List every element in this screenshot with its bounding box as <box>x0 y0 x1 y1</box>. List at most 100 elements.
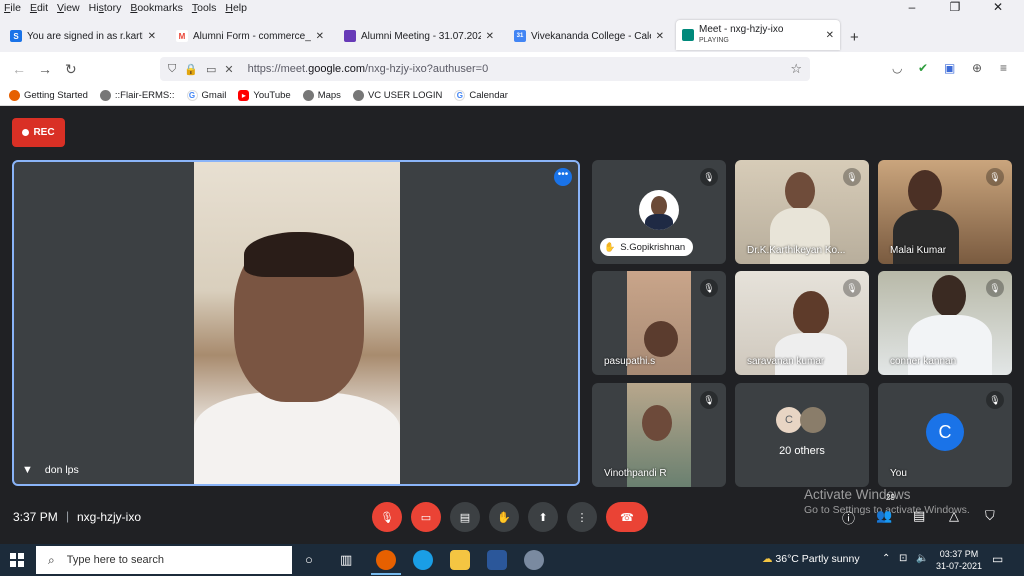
bookmark-calendar[interactable]: G Calendar <box>454 90 508 101</box>
mic-muted-icon: 🎙 <box>700 279 718 297</box>
new-tab-button[interactable]: + <box>850 29 859 46</box>
menu-view[interactable]: View <box>57 2 80 14</box>
meet-control-bar: 3:37 PM | nxg-hzjy-ixo 🎙 ▭ ▤ ✋ ⬆ ⋮ ☎ Act… <box>0 487 1024 544</box>
participant-name: conner kannan <box>890 356 957 367</box>
back-arrow-icon[interactable]: ← <box>12 61 26 77</box>
edge-app-icon[interactable] <box>413 550 433 570</box>
pocket-icon[interactable]: ◡ <box>892 61 902 75</box>
notification-icon[interactable]: ▭ <box>992 552 1003 566</box>
bookmark-vc-user-login[interactable]: VC USER LOGIN <box>352 90 442 101</box>
checkmark-extension-icon[interactable]: ✔ <box>918 61 928 75</box>
mic-muted-icon[interactable]: ✕ <box>224 63 233 76</box>
bookmark-getting-started[interactable]: Getting Started <box>9 90 88 101</box>
participant-tile[interactable]: 🎙 ✋ S.Gopikrishnan <box>592 160 726 264</box>
bookmark-flair-erms[interactable]: ::Flair-ERMS:: <box>99 90 175 101</box>
activities-icon[interactable]: △ <box>949 508 959 524</box>
participant-name: You <box>890 468 907 479</box>
camera-toggle-button[interactable]: ▭ <box>411 502 441 532</box>
menu-file[interactable]: File <box>4 2 21 14</box>
windows-start-icon[interactable] <box>10 553 24 567</box>
tab-close-icon[interactable]: ✕ <box>656 31 664 42</box>
menu-history[interactable]: History <box>89 2 122 14</box>
main-participant-tile[interactable]: ••• ▼ don lps <box>12 160 580 486</box>
participant-tile[interactable]: 🎙 conner kannan <box>878 271 1012 375</box>
menu-tools[interactable]: Tools <box>192 2 217 14</box>
reload-icon[interactable]: ↻ <box>65 61 77 78</box>
avatar: C <box>926 413 964 451</box>
mic-muted-icon: 🎙 <box>843 168 861 186</box>
participant-tile[interactable]: 🎙 pasupathi.s <box>592 271 726 375</box>
bookmark-youtube[interactable]: ▸ YouTube <box>238 90 291 101</box>
present-screen-icon: ⬆ <box>538 511 548 524</box>
tab-calendar[interactable]: 31 Vivekananda College - Calenda ✕ <box>508 22 670 50</box>
participant-tile[interactable]: 🎙 Malai Kumar <box>878 160 1012 264</box>
lock-icon[interactable]: 🔒 <box>184 63 198 76</box>
menu-hamburger-icon[interactable]: ≡ <box>1000 61 1007 75</box>
mic-off-icon: 🎙 <box>380 511 394 524</box>
tab-meet[interactable]: Meet - nxg-hzjy-ixo PLAYING ✕ <box>676 20 840 50</box>
participant-tile[interactable]: 🎙 Vinothpandi R <box>592 383 726 487</box>
people-icon[interactable]: 👥 <box>876 508 892 524</box>
tab-close-icon[interactable]: ✕ <box>148 31 156 42</box>
task-view-icon[interactable]: ▥ <box>340 552 352 568</box>
tab-close-icon[interactable]: ✕ <box>826 30 834 41</box>
self-tile[interactable]: C 🎙 You <box>878 383 1012 487</box>
tab-alumni-meeting[interactable]: Alumni Meeting - 31.07.2021 - G ✕ <box>338 22 500 50</box>
avatar: C <box>776 407 802 433</box>
paint-app-icon[interactable] <box>524 550 544 570</box>
menu-help[interactable]: Help <box>225 2 247 14</box>
pin-icon[interactable]: ▼ <box>22 464 33 476</box>
close-window-button[interactable]: ✕ <box>981 0 1015 14</box>
others-count-label: 20 others <box>779 445 825 457</box>
participant-name: Malai Kumar <box>890 245 947 256</box>
extension-icon[interactable]: ▣ <box>944 61 955 75</box>
tab-close-icon[interactable]: ✕ <box>486 31 494 42</box>
more-options-icon[interactable]: ••• <box>554 168 572 186</box>
firefox-app-icon[interactable] <box>376 550 396 570</box>
network-icon[interactable]: ⊡ <box>899 553 907 564</box>
cortana-icon[interactable]: ○ <box>305 552 313 567</box>
tab-close-icon[interactable]: ✕ <box>316 31 324 42</box>
forms-icon <box>344 30 356 42</box>
others-tile[interactable]: C 20 others <box>735 383 869 487</box>
participant-name: saravanan kumar <box>747 356 825 367</box>
bookmark-gmail[interactable]: G Gmail <box>186 90 226 101</box>
participant-tile[interactable]: 🎙 Dr.K.Karthikeyan Ko... <box>735 160 869 264</box>
menu-bookmarks[interactable]: Bookmarks <box>130 2 183 14</box>
present-button[interactable]: ⬆ <box>528 502 558 532</box>
chat-icon[interactable]: ▤ <box>913 508 925 524</box>
volume-icon[interactable]: 🔈 <box>916 553 928 564</box>
tab-signed-in[interactable]: S You are signed in as r.karthikeya ✕ <box>4 22 162 50</box>
calendar-icon: 31 <box>514 30 526 42</box>
restore-button[interactable]: ❐ <box>938 0 972 14</box>
tab-alumni-form[interactable]: M Alumni Form - commerce_ca@ ✕ <box>170 22 330 50</box>
mic-toggle-button[interactable]: 🎙 <box>372 502 402 532</box>
captions-button[interactable]: ▤ <box>450 502 480 532</box>
host-controls-icon[interactable]: ⛉ <box>985 508 995 524</box>
mic-muted-icon: 🎙 <box>986 168 1004 186</box>
url-text[interactable]: https://meet.google.com/nxg-hzjy-ixo?aut… <box>248 63 489 75</box>
globe-icon[interactable]: ⊕ <box>972 61 982 75</box>
bookmark-maps[interactable]: Maps <box>302 90 341 101</box>
tray-chevron-icon[interactable]: ⌃ <box>882 553 890 564</box>
more-options-button[interactable]: ⋮ <box>567 502 597 532</box>
url-bar[interactable]: ⛉ 🔒 ▭ ✕ https://meet.google.com/nxg-hzjy… <box>160 57 810 81</box>
shield-icon[interactable]: ⛉ <box>168 63 176 76</box>
mic-muted-icon: 🎙 <box>700 168 718 186</box>
info-icon[interactable]: ⓘ <box>842 508 855 527</box>
recording-indicator[interactable]: REC <box>12 118 65 147</box>
taskbar-clock[interactable]: 03:37 PM 31-07-2021 <box>936 548 982 572</box>
word-app-icon[interactable] <box>487 550 507 570</box>
taskbar-search[interactable]: ⌕ Type here to search <box>36 546 292 574</box>
google-icon: G <box>454 90 466 101</box>
forward-arrow-icon[interactable]: → <box>38 61 52 77</box>
menu-edit[interactable]: Edit <box>30 2 48 14</box>
participant-tile[interactable]: 🎙 saravanan kumar <box>735 271 869 375</box>
raise-hand-button[interactable]: ✋ <box>489 502 519 532</box>
bookmark-star-icon[interactable]: ☆ <box>790 61 802 77</box>
minimize-button[interactable]: – <box>895 0 929 14</box>
camera-icon[interactable]: ▭ <box>206 63 216 76</box>
leave-call-button[interactable]: ☎ <box>606 502 648 532</box>
file-explorer-icon[interactable] <box>450 550 470 570</box>
weather-widget[interactable]: ☁ 36°C Partly sunny <box>762 553 860 565</box>
